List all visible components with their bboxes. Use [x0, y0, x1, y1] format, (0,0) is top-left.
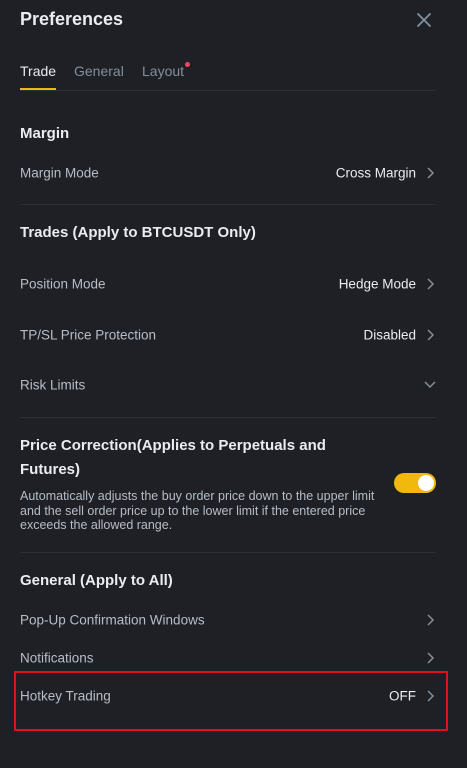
margin-mode-row[interactable]: Margin Mode Cross Margin — [20, 158, 436, 188]
row-value: Hedge Mode — [338, 276, 416, 292]
notification-dot — [185, 62, 191, 67]
row-label: Risk Limits — [20, 377, 86, 393]
page-title: Preferences — [20, 9, 124, 29]
popup-confirmation-row[interactable]: Pop-Up Confirmation Windows — [20, 605, 436, 635]
chevron-right-icon — [426, 328, 436, 342]
row-label: Hotkey Trading — [20, 688, 111, 704]
row-value: OFF — [389, 688, 416, 704]
tab-trade-label: Trade — [20, 63, 57, 79]
row-label: Margin Mode — [20, 165, 99, 181]
price-correction-description: Automatically adjusts the buy order pric… — [20, 489, 375, 532]
tab-general-label: General — [74, 63, 124, 79]
close-icon — [414, 10, 434, 30]
row-value: Disabled — [363, 327, 416, 343]
row-label: Pop-Up Confirmation Windows — [20, 612, 205, 628]
tab-layout-label: Layout — [142, 63, 185, 79]
row-label: TP/SL Price Protection — [20, 327, 157, 343]
row-label: Notifications — [20, 650, 94, 666]
chevron-right-icon — [426, 613, 436, 627]
tab-layout[interactable]: Layout — [142, 62, 191, 79]
section-divider — [20, 417, 436, 418]
notifications-row[interactable]: Notifications — [20, 643, 436, 673]
tab-trade[interactable]: Trade — [20, 63, 57, 90]
chevron-right-icon — [426, 651, 436, 665]
preferences-panel: Preferences Trade General Layout Margin … — [0, 0, 467, 768]
row-value: Cross Margin — [335, 165, 416, 181]
position-mode-row[interactable]: Position Mode Hedge Mode — [20, 269, 436, 299]
tab-general[interactable]: General — [74, 63, 124, 79]
toggle-knob — [418, 475, 434, 491]
section-title-price-correction: Price Correction(Applies to Perpetuals a… — [20, 437, 326, 478]
section-divider — [20, 204, 436, 205]
close-button[interactable] — [414, 10, 434, 30]
risk-limits-row[interactable]: Risk Limits — [20, 370, 436, 400]
section-title-general: General (Apply to All) — [20, 572, 173, 589]
row-label: Position Mode — [20, 276, 106, 292]
section-divider — [20, 552, 436, 553]
tpsl-price-protection-row[interactable]: TP/SL Price Protection Disabled — [20, 320, 436, 350]
price-correction-toggle[interactable] — [394, 473, 436, 493]
chevron-right-icon — [426, 689, 436, 703]
chevron-down-icon — [424, 380, 436, 390]
section-title-margin: Margin — [20, 125, 70, 142]
chevron-right-icon — [426, 277, 436, 291]
section-title-trades: Trades (Apply to BTCUSDT Only) — [20, 224, 256, 241]
hotkey-trading-row[interactable]: Hotkey Trading OFF — [20, 681, 436, 711]
chevron-right-icon — [426, 166, 436, 180]
tabs-divider — [20, 90, 436, 91]
